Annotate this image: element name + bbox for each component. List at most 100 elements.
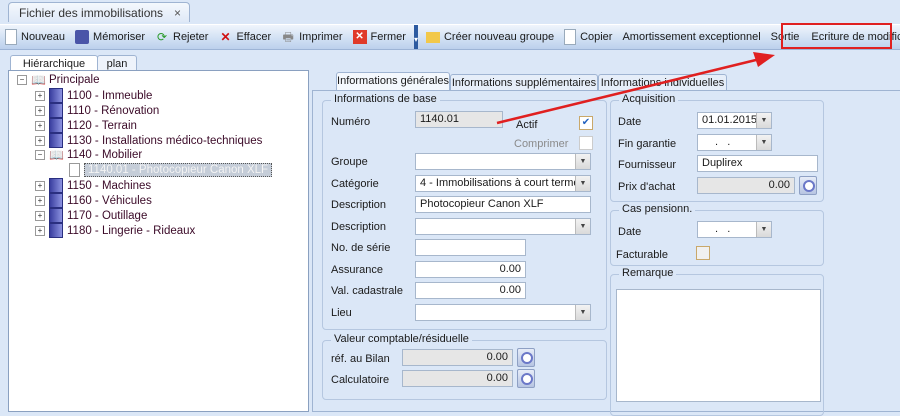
- refresh-icon: ⟳: [156, 30, 168, 44]
- book-icon: [49, 178, 63, 193]
- new-button[interactable]: Nouveau: [0, 26, 70, 48]
- document-icon: [69, 163, 80, 177]
- chevron-down-icon[interactable]: ▼: [575, 305, 590, 320]
- numero-label: Numéro: [331, 116, 371, 128]
- tree-node[interactable]: +1150 - Machines: [35, 178, 151, 193]
- document-tab-title: Fichier des immobilisations: [19, 5, 164, 20]
- expand-icon: +: [35, 180, 45, 191]
- actif-checkbox[interactable]: ✔: [579, 116, 593, 130]
- calculate-icon[interactable]: [799, 176, 817, 195]
- tree-node[interactable]: +1160 - Véhicules: [35, 193, 152, 208]
- tree-node[interactable]: +1130 - Installations médico-techniques: [35, 133, 262, 148]
- prix-field[interactable]: 0.00: [697, 177, 795, 194]
- tree-node-root[interactable]: − 📖 Principale: [17, 73, 100, 87]
- categorie-select[interactable]: 4 - Immobilisations à court terme (Mo ▼: [415, 175, 591, 192]
- bilan-label: réf. au Bilan: [331, 353, 390, 365]
- new-group-button[interactable]: Créer nouveau groupe: [421, 26, 559, 48]
- garantie-value: . .: [712, 136, 734, 148]
- garantie-date-picker[interactable]: . . ▼: [697, 134, 772, 151]
- pension-date-picker[interactable]: . . ▼: [697, 221, 772, 238]
- serie-label: No. de série: [331, 242, 391, 254]
- print-button[interactable]: 🖶 Imprimer: [276, 26, 347, 48]
- new-document-icon: [5, 29, 17, 45]
- printer-icon: 🖶: [282, 30, 294, 44]
- exceptional-depreciation-button[interactable]: Amortissement exceptionnel: [617, 26, 765, 48]
- save-label: Mémoriser: [93, 31, 145, 43]
- chevron-down-icon[interactable]: ▼: [575, 219, 590, 234]
- calculatoire-field[interactable]: 0.00: [402, 370, 513, 387]
- tree-view[interactable]: − 📖 Principale +1100 - Immeuble +1110 - Ré…: [8, 70, 309, 412]
- fournisseur-label: Fournisseur: [618, 159, 677, 171]
- numero-field[interactable]: 1140.01: [415, 111, 503, 128]
- groupe-select[interactable]: ▼: [415, 153, 591, 170]
- comprimer-label: Comprimer: [514, 138, 569, 150]
- close-icon[interactable]: ×: [174, 6, 181, 20]
- chevron-down-icon[interactable]: ▼: [575, 154, 590, 169]
- expand-icon: +: [35, 120, 45, 131]
- tree-node[interactable]: − 📖 1140 - Mobilier: [35, 148, 142, 162]
- book-icon: [49, 193, 63, 208]
- tab-individual-info[interactable]: Informations individuelles: [598, 74, 727, 91]
- collapse-icon: −: [17, 75, 27, 85]
- tree-node-label: 1160 - Véhicules: [67, 194, 152, 207]
- delete-label: Effacer: [236, 31, 272, 43]
- assurance-field[interactable]: 0.00: [415, 261, 526, 278]
- close-label: Fermer: [370, 31, 406, 43]
- description-field[interactable]: Photocopieur Canon XLF: [415, 196, 591, 213]
- categorie-value: 4 - Immobilisations à court terme (Mo: [420, 177, 591, 189]
- delete-icon: ✕: [220, 30, 231, 44]
- book-icon: [49, 118, 63, 133]
- categorie-label: Catégorie: [331, 178, 379, 190]
- copy-button[interactable]: Copier: [559, 26, 617, 48]
- tree-node-selected[interactable]: 1140.01 - Photocopieur Canon XLF: [69, 163, 273, 177]
- close-icon: ✕: [352, 30, 367, 44]
- acq-date-value: 01.01.2015: [702, 114, 758, 126]
- group-title: Informations de base: [331, 93, 440, 105]
- save-button[interactable]: Mémoriser: [70, 26, 150, 48]
- new-label: Nouveau: [21, 31, 66, 43]
- bilan-field[interactable]: 0.00: [402, 349, 513, 366]
- book-icon: [49, 103, 63, 118]
- calculate-icon[interactable]: [517, 369, 535, 388]
- tree-node-label: 1130 - Installations médico-techniques: [67, 134, 263, 147]
- description2-select[interactable]: ▼: [415, 218, 591, 235]
- comprimer-checkbox[interactable]: [579, 136, 593, 150]
- group-title: Remarque: [619, 267, 677, 279]
- group-title: Cas pensionn.: [619, 203, 696, 215]
- book-icon: [49, 133, 63, 148]
- tab-additional-info[interactable]: Informations supplémentaires: [450, 74, 598, 91]
- save-icon: [75, 30, 90, 44]
- toolbar: Nouveau Mémoriser ⟳ Rejeter ✕ Effacer 🖶 Imp…: [0, 24, 900, 50]
- chevron-down-icon[interactable]: ▼: [756, 113, 771, 128]
- fournisseur-field[interactable]: Duplirex: [697, 155, 818, 172]
- lieu-select[interactable]: ▼: [415, 304, 591, 321]
- book-icon: [49, 223, 63, 238]
- delete-button[interactable]: ✕ Effacer: [213, 26, 276, 48]
- open-book-icon: 📖: [49, 148, 64, 162]
- tab-general-info[interactable]: Informations générales: [336, 72, 450, 91]
- toolbar-overflow-button[interactable]: ▾: [413, 25, 418, 49]
- cadastrale-label: Val. cadastrale: [331, 285, 403, 297]
- close-button[interactable]: ✕ Fermer: [348, 26, 411, 48]
- serie-field[interactable]: [415, 239, 526, 256]
- acq-date-picker[interactable]: 01.01.2015 ▼: [697, 112, 772, 129]
- chevron-down-icon[interactable]: ▼: [575, 176, 590, 191]
- tree-node[interactable]: +1100 - Immeuble: [35, 88, 152, 103]
- cadastrale-field[interactable]: 0.00: [415, 282, 526, 299]
- description-label: Description: [331, 199, 387, 211]
- groupe-label: Groupe: [331, 156, 368, 168]
- facturable-label: Facturable: [616, 249, 668, 261]
- calculate-icon[interactable]: [517, 348, 535, 367]
- document-tab[interactable]: Fichier des immobilisations ×: [8, 2, 190, 22]
- description2-label: Description: [331, 221, 387, 233]
- chevron-down-icon[interactable]: ▼: [756, 135, 771, 150]
- facturable-checkbox[interactable]: [696, 246, 710, 260]
- remark-textarea[interactable]: [616, 289, 821, 402]
- chevron-down-icon[interactable]: ▼: [756, 222, 771, 237]
- tree-node[interactable]: +1110 - Rénovation: [35, 103, 159, 118]
- tree-node[interactable]: +1170 - Outillage: [35, 208, 147, 223]
- expand-icon: +: [35, 195, 45, 206]
- tree-node[interactable]: +1120 - Terrain: [35, 118, 137, 133]
- tree-node[interactable]: +1180 - Lingerie - Rideaux: [35, 223, 195, 238]
- reject-button[interactable]: ⟳ Rejeter: [150, 26, 213, 48]
